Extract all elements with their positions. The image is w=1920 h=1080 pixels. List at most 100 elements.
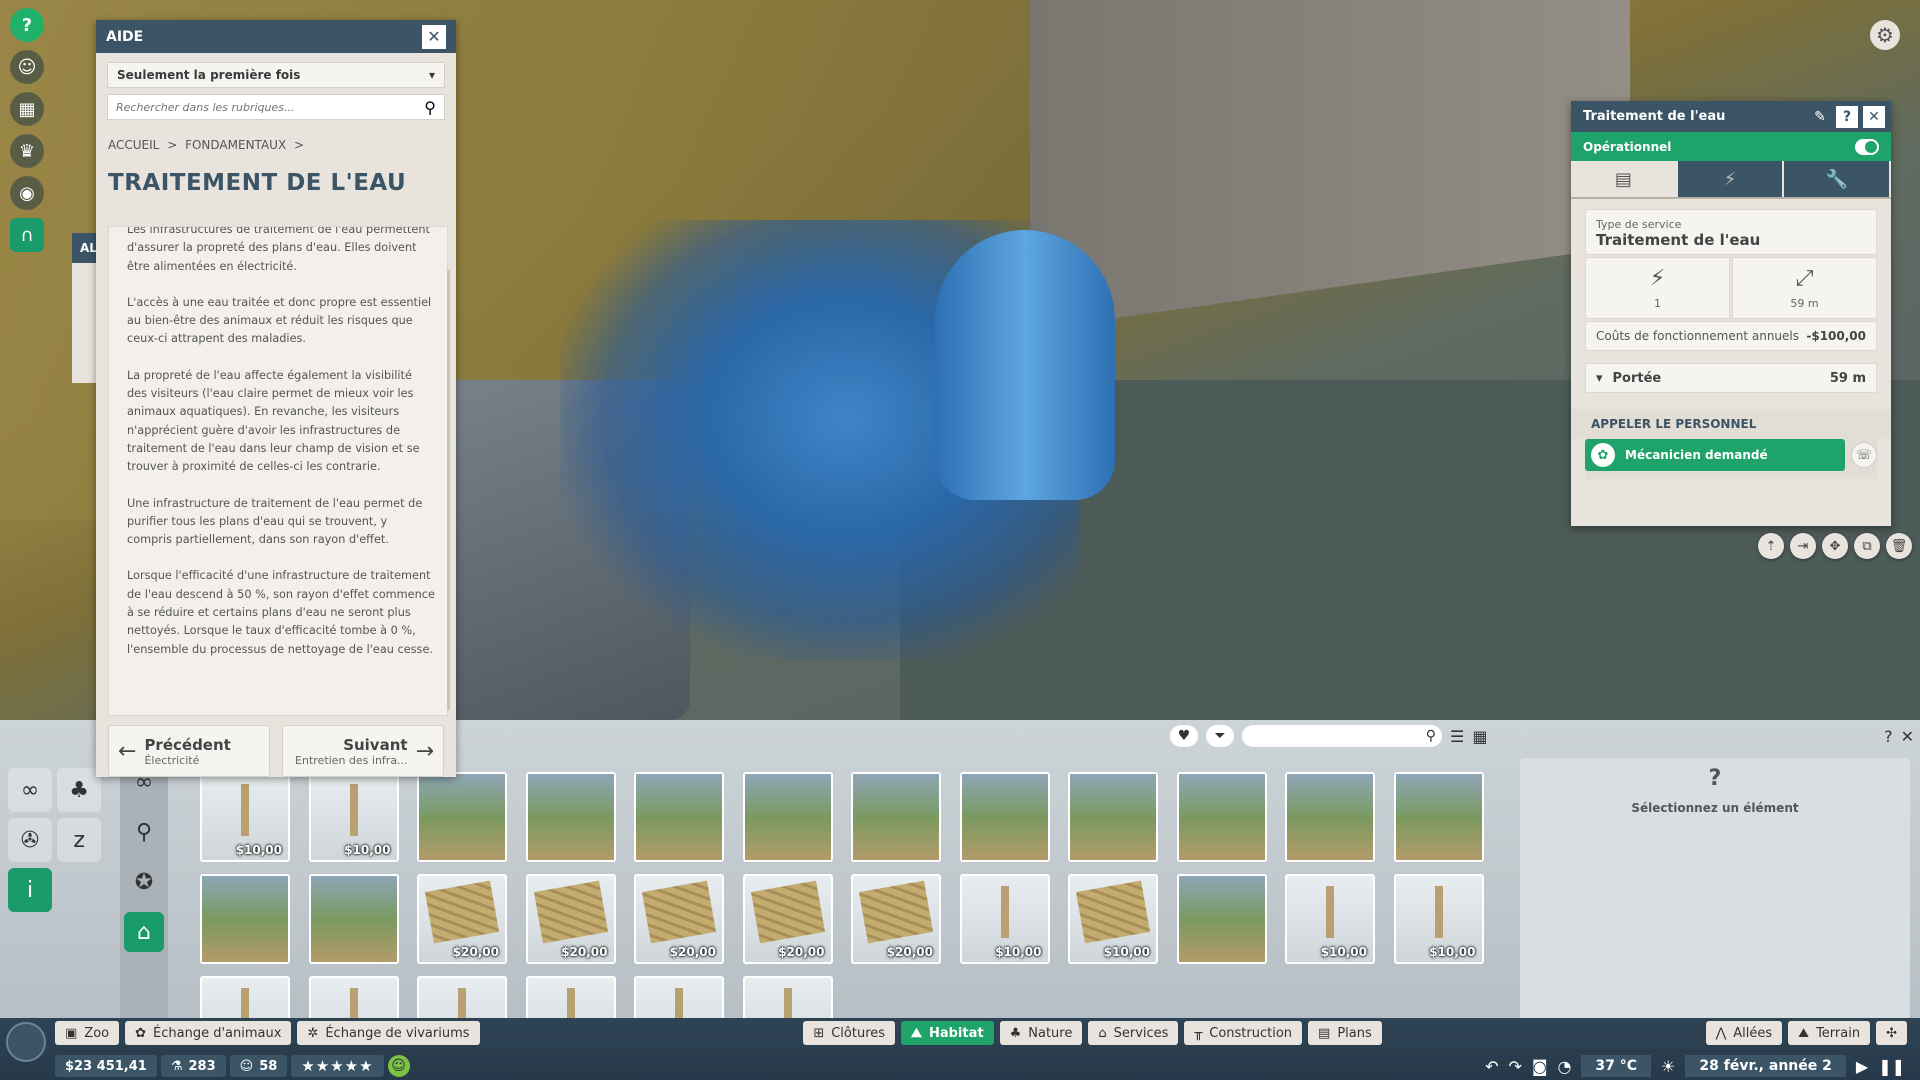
rename-pencil-icon[interactable]: ✎	[1809, 106, 1831, 128]
build-item[interactable]: $10,00	[1393, 874, 1484, 964]
meat-icon[interactable]: ⚲	[124, 812, 164, 852]
enrichment-icon[interactable]: ✇	[8, 818, 52, 862]
tab-nature[interactable]: ♣ Nature	[999, 1021, 1083, 1045]
build-item[interactable]: $20,00	[634, 874, 724, 964]
build-item[interactable]: $70,00	[742, 772, 833, 862]
eye-icon[interactable]: ◉	[10, 176, 44, 210]
build-item[interactable]: $20,00	[742, 874, 833, 964]
show-mode-select[interactable]: Seulement la première fois ▾	[107, 62, 445, 88]
clipboard-icon[interactable]: ▤	[1571, 161, 1678, 197]
pause-icon[interactable]: ❚❚	[1878, 1057, 1905, 1076]
happiness-smiley-icon[interactable]: ☺	[387, 1055, 410, 1077]
breadcrumb-home[interactable]: ACCUEIL	[108, 138, 159, 152]
help-scrollbar[interactable]	[447, 270, 450, 710]
tab-zoo[interactable]: ▣ Zoo	[55, 1021, 120, 1045]
tab-paths[interactable]: ⋀ Allées	[1705, 1021, 1783, 1045]
research-display[interactable]: ⚗ 283	[160, 1055, 226, 1077]
range-dropdown[interactable]: ▾ Portée 59 m	[1585, 363, 1877, 393]
help-search-box[interactable]: ⚲	[107, 94, 445, 120]
money-display[interactable]: $23 451,41	[55, 1055, 157, 1077]
animal-icon[interactable]: ☺	[10, 50, 44, 84]
build-item[interactable]: $240,00	[634, 772, 724, 862]
search-icon[interactable]: ⚲	[424, 98, 436, 117]
grid-view-icon[interactable]: ▦	[1472, 727, 1487, 746]
tab-services[interactable]: ⌂ Services	[1088, 1021, 1179, 1045]
exit-icon[interactable]: ⇥	[1790, 533, 1816, 559]
sort-icon[interactable]: ☰	[1450, 727, 1464, 746]
duplicate-icon[interactable]: ⧉	[1854, 533, 1880, 559]
build-close-icon[interactable]: ✕	[1901, 727, 1914, 746]
search-icon[interactable]: ⚲	[1426, 728, 1436, 744]
tab-terrain[interactable]: ⛰ Terrain	[1788, 1021, 1871, 1045]
build-item[interactable]: $350,00	[417, 772, 507, 862]
info-building-icon[interactable]: i	[8, 868, 52, 912]
build-item[interactable]: $170,00	[1176, 874, 1267, 964]
filter-icon[interactable]: ⏷	[1206, 725, 1234, 747]
build-item[interactable]: $10,00	[1068, 874, 1158, 964]
zoo-rating[interactable]: ★★★★★	[291, 1055, 384, 1077]
settings-gear-icon[interactable]: ⚙	[1870, 20, 1900, 50]
guests-display[interactable]: ☺ 58	[229, 1055, 288, 1077]
close-help-button[interactable]: ✕	[422, 24, 446, 49]
tab-fences[interactable]: ⊞ Clôtures	[803, 1021, 896, 1045]
tab-vivarium-exchange[interactable]: ✲ Échange de vivariums	[297, 1021, 480, 1045]
build-help-icon[interactable]: ?	[1884, 727, 1893, 746]
build-item[interactable]: $10,00	[308, 772, 399, 862]
build-item[interactable]	[308, 976, 399, 1020]
help-search-input[interactable]	[116, 100, 416, 114]
help-icon[interactable]: ?	[10, 8, 44, 42]
build-item[interactable]	[634, 976, 724, 1020]
redo-icon[interactable]: ↷	[1509, 1057, 1522, 1076]
build-item[interactable]	[525, 976, 616, 1020]
shelter-icon[interactable]: ⌂	[124, 912, 164, 952]
habitat-icon[interactable]: ∩	[10, 218, 44, 252]
infinity-icon[interactable]: ∞	[8, 768, 52, 812]
tab-construction[interactable]: ╥ Construction	[1184, 1021, 1303, 1045]
animal-food-icon[interactable]: ♣	[57, 768, 102, 812]
previous-topic-button[interactable]: ← Précédent Électricité	[108, 725, 270, 777]
cancel-call-icon[interactable]: ☏	[1851, 442, 1877, 468]
build-item[interactable]: $60,00	[1176, 772, 1267, 862]
tab-plans[interactable]: ▤ Plans	[1308, 1021, 1382, 1045]
camera-icon[interactable]: ◙	[1532, 1057, 1548, 1076]
build-item[interactable]: $90,00	[1068, 772, 1158, 862]
build-item[interactable]: $80,00	[959, 772, 1050, 862]
build-item[interactable]	[200, 976, 290, 1020]
build-item[interactable]	[417, 976, 507, 1020]
build-item[interactable]: $200,00	[525, 772, 616, 862]
map-icon[interactable]: ✣	[1876, 1021, 1907, 1045]
operational-toggle[interactable]	[1855, 138, 1879, 155]
main-menu-button[interactable]	[6, 1022, 46, 1062]
play-icon[interactable]: ▶	[1856, 1057, 1868, 1076]
water-treatment-tank[interactable]	[935, 230, 1115, 500]
trophy-icon[interactable]: ♛	[10, 134, 44, 168]
upgrade-icon[interactable]: ⇡	[1758, 533, 1784, 559]
dial-icon[interactable]: ◔	[1557, 1057, 1571, 1076]
mechanic-request-button[interactable]: ✿ Mécanicien demandé	[1585, 439, 1845, 471]
calendar-icon[interactable]: ▦	[10, 92, 44, 126]
build-item[interactable]: $10,00	[1285, 874, 1375, 964]
build-item[interactable]: $20,00	[851, 874, 941, 964]
info-help-button[interactable]: ?	[1836, 105, 1858, 128]
wrench-icon[interactable]: 🔧	[1784, 161, 1892, 197]
build-item[interactable]: $120,00	[1285, 772, 1375, 862]
close-info-button[interactable]: ✕	[1863, 105, 1885, 128]
move-icon[interactable]: ✥	[1822, 533, 1848, 559]
power-icon[interactable]: ⚡	[1677, 161, 1785, 197]
tab-animal-exchange[interactable]: ✿ Échange d'animaux	[125, 1021, 292, 1045]
sleep-icon[interactable]: z	[57, 818, 102, 862]
build-item[interactable]: $20,00	[525, 874, 616, 964]
tab-habitat[interactable]: ⛰ Habitat	[901, 1021, 994, 1045]
build-item[interactable]: $10,00	[200, 772, 290, 862]
build-item[interactable]: $10,00	[959, 874, 1050, 964]
build-item[interactable]: $80,00	[200, 874, 290, 964]
build-item[interactable]: $90,00	[308, 874, 399, 964]
build-item[interactable]: $80,00	[851, 772, 941, 862]
next-topic-button[interactable]: Suivant Entretien des infra... →	[282, 725, 444, 777]
breadcrumb-fundamentals[interactable]: FONDAMENTAUX	[185, 138, 286, 152]
build-item[interactable]: $20,00	[417, 874, 507, 964]
build-search-input[interactable]: ⚲	[1242, 725, 1442, 747]
film-icon[interactable]: ✪	[124, 862, 164, 902]
build-item[interactable]	[742, 976, 833, 1020]
help-article-body[interactable]: Les infrastructures de traitement de l'e…	[108, 226, 448, 716]
